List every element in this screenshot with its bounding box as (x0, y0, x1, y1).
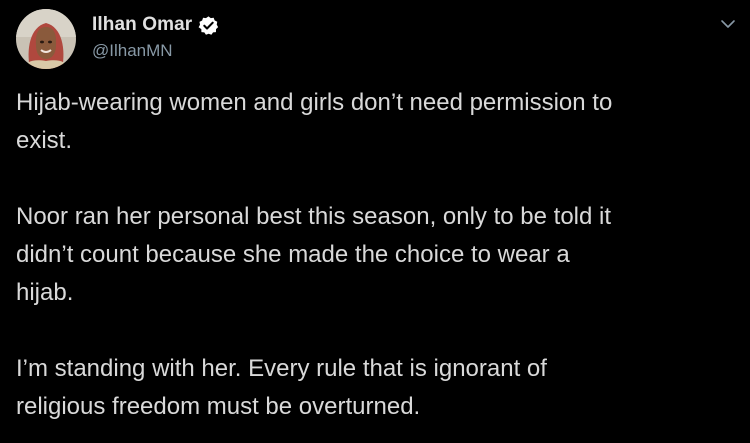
author-name-row: Ilhan Omar (92, 14, 219, 36)
author-display-name[interactable]: Ilhan Omar (92, 14, 192, 36)
tweet-paragraph: Noor ran her personal best this season, … (16, 203, 612, 306)
verified-badge-icon (198, 15, 219, 36)
avatar[interactable] (16, 9, 76, 69)
chevron-down-icon[interactable] (718, 14, 738, 34)
author-handle[interactable]: @IlhanMN (92, 41, 173, 61)
profile-photo-icon (16, 9, 76, 69)
tweet-paragraph: I’m standing with her. Every rule that i… (16, 355, 547, 420)
tweet-card: Ilhan Omar @IlhanMN Hijab-wearing women … (0, 0, 750, 443)
tweet-text: Hijab-wearing women and girls don’t need… (16, 84, 738, 426)
tweet-paragraph: Hijab-wearing women and girls don’t need… (16, 89, 613, 154)
